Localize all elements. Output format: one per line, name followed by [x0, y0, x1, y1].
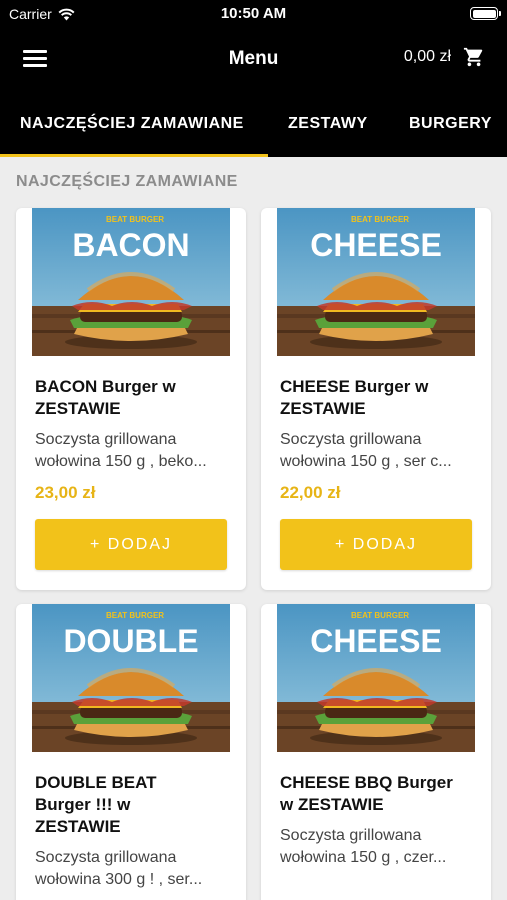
category-tabs: NAJCZĘŚCIEJ ZAMAWIANE ZESTAWY BURGERY	[0, 90, 507, 157]
cart-amount: 0,00 zł	[403, 48, 451, 65]
battery-icon	[470, 7, 501, 20]
photo-title: DOUBLE	[63, 623, 198, 659]
brand-logo: BEAT BURGER	[106, 215, 164, 224]
brand-logo: BEAT BURGER	[351, 611, 409, 620]
product-card-2[interactable]: BEAT BURGER CHEESE CHEESE Burger w ZESTA…	[261, 208, 491, 590]
tab-zestawy[interactable]: ZESTAWY	[288, 115, 368, 133]
cart-button[interactable]: 0,00 zł	[404, 46, 485, 68]
product-name: CHEESE Burger w ZESTAWIE	[280, 377, 429, 418]
product-card-1[interactable]: BEAT BURGER BACON BACON Burger w ZESTAWI…	[16, 208, 246, 590]
photo-title: CHEESE	[310, 623, 442, 659]
brand-logo: BEAT BURGER	[106, 611, 164, 620]
product-card-4[interactable]: BEAT BURGER CHEESE CHEESE BBQ Burger w Z…	[261, 604, 491, 900]
product-description: Soczysta grillowana wołowina 300 g ! , s…	[35, 849, 203, 888]
product-description: Soczysta grillowana wołowina 150 g , ser…	[280, 431, 452, 470]
brand-logo: BEAT BURGER	[351, 215, 409, 224]
section-title: NAJCZĘŚCIEJ ZAMAWIANE	[16, 173, 238, 190]
product-photo[interactable]: BEAT BURGER BACON	[32, 208, 230, 356]
add-to-cart-button[interactable]: + DODAJ	[280, 519, 472, 570]
status-time: 10:50 AM	[220, 5, 287, 22]
product-name: CHEESE BBQ Burger w ZESTAWIE	[280, 773, 453, 814]
photo-title: CHEESE	[310, 227, 442, 263]
active-tab-indicator	[0, 154, 268, 157]
status-bar: Carrier 10:50 AM	[0, 0, 507, 28]
tab-burgery[interactable]: BURGERY	[409, 115, 492, 133]
add-to-cart-button[interactable]: + DODAJ	[35, 519, 227, 570]
product-photo[interactable]: BEAT BURGER CHEESE	[277, 208, 475, 356]
cart-icon	[463, 47, 483, 67]
product-card-3[interactable]: BEAT BURGER DOUBLE DOUBLE BEAT Burger !!…	[16, 604, 246, 900]
product-photo[interactable]: BEAT BURGER CHEESE	[277, 604, 475, 752]
product-name: DOUBLE BEAT Burger !!! w ZESTAWIE	[35, 773, 157, 836]
photo-title: BACON	[72, 227, 189, 263]
product-price: 22,00 zł	[280, 483, 341, 502]
nav-bar: Menu 0,00 zł	[0, 28, 507, 90]
product-price: 23,00 zł	[35, 483, 96, 502]
product-name: BACON Burger w ZESTAWIE	[35, 377, 176, 418]
product-photo[interactable]: BEAT BURGER DOUBLE	[32, 604, 230, 752]
tab-najczesciej-zamawiane[interactable]: NAJCZĘŚCIEJ ZAMAWIANE	[20, 115, 244, 133]
product-description: Soczysta grillowana wołowina 150 g , bek…	[35, 431, 207, 470]
product-description: Soczysta grillowana wołowina 150 g , cze…	[280, 827, 447, 866]
